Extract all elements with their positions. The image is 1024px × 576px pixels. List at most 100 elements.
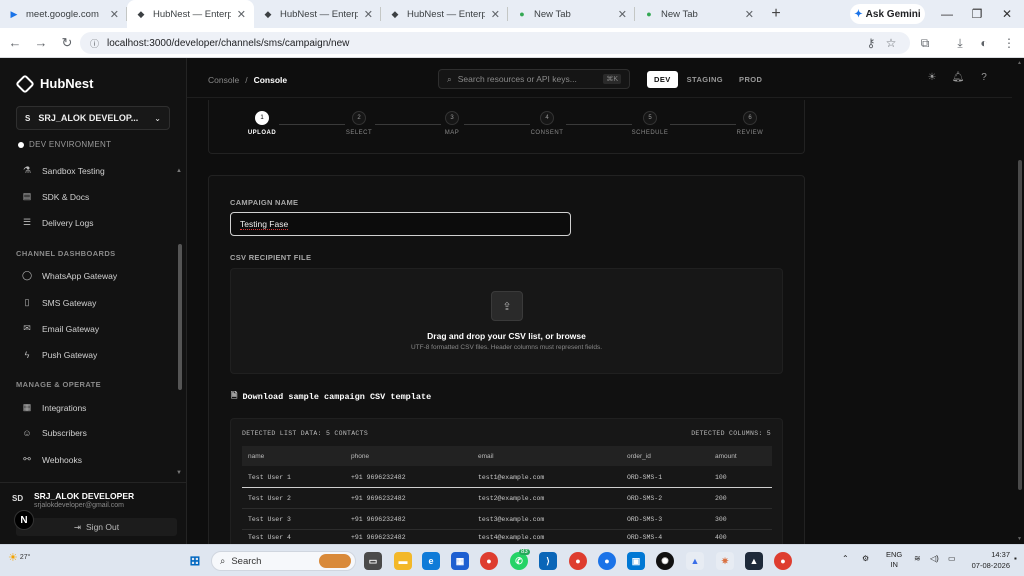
chatgpt-icon[interactable]: ✺ — [656, 552, 674, 570]
menu-icon[interactable]: ⋮ — [998, 32, 1020, 54]
sidebar-item-integrations[interactable]: ▦ Integrations — [22, 402, 87, 413]
antigravity-icon[interactable]: ▲ — [745, 552, 763, 570]
bookmark-star-icon[interactable]: ☆ — [880, 32, 902, 54]
sidebar-item-webhooks[interactable]: ⚯ Webhooks — [22, 454, 82, 465]
table-row[interactable]: Test User 4 +91 9696232482 test4@example… — [242, 530, 772, 545]
sidebar-item-sdk-docs[interactable]: ▤ SDK & Docs — [22, 191, 90, 202]
table-row[interactable]: Test User 3 +91 9696232482 test3@example… — [242, 509, 772, 530]
clock-date: 07-08-2026 — [971, 561, 1010, 570]
theme-toggle-icon[interactable]: ☀ — [925, 72, 939, 83]
sidebar-item-sandbox-testing[interactable]: ⚗ Sandbox Testing — [22, 165, 105, 176]
claude-icon[interactable]: ✷ — [716, 552, 734, 570]
browser-tab[interactable]: ● New Tab ✕ — [635, 0, 762, 28]
back-icon[interactable]: ← — [4, 32, 26, 54]
vscode-icon[interactable]: ⟩ — [539, 552, 557, 570]
csv-dropzone[interactable]: ⇪ Drag and drop your CSV list, or browse… — [230, 268, 783, 374]
chevron-up-icon[interactable]: ⌃ — [842, 554, 849, 563]
profile-icon[interactable]: ◐ — [973, 32, 995, 54]
scroll-up-icon[interactable]: ▲ — [176, 168, 182, 174]
browser-tab[interactable]: ▶ meet.google.com ✕ — [0, 0, 127, 28]
sidebar-item-push-gateway[interactable]: ϟ Push Gateway — [22, 350, 98, 360]
reload-icon[interactable]: ↻ — [56, 32, 78, 54]
network-icon[interactable]: ⚙ — [862, 554, 869, 563]
site-info-icon[interactable]: ⓘ — [90, 37, 99, 50]
minimize-button[interactable]: — — [932, 0, 962, 28]
download-template-link[interactable]: 🗎︎ Download sample campaign CSV template — [231, 390, 431, 404]
key-icon[interactable]: ⚷ — [860, 32, 882, 54]
table-row[interactable]: Test User 1 +91 9696232482 test1@example… — [242, 467, 772, 488]
next-dev-badge-icon[interactable]: N — [14, 510, 34, 530]
browser-tab[interactable]: ◆ HubNest — Enterprise ✕ — [381, 0, 508, 28]
edge-icon[interactable]: e — [422, 552, 440, 570]
workspace-selector[interactable]: S SRJ_ALOK DEVELOP... ⌄ — [16, 106, 170, 130]
breadcrumb-root[interactable]: Console — [208, 75, 239, 85]
chrome-active-icon[interactable]: ● — [569, 552, 587, 570]
weather-widget[interactable]: ☀ 27° — [8, 551, 30, 564]
download-icon[interactable]: ⤓ — [949, 32, 971, 54]
scroll-down-icon[interactable]: ▼ — [1017, 536, 1022, 542]
calculator-icon[interactable]: ▦ — [451, 552, 469, 570]
chrome-icon[interactable]: ● — [774, 552, 792, 570]
env-tab-staging[interactable]: STAGING — [680, 71, 730, 88]
battery-icon[interactable]: ▭ — [948, 554, 956, 563]
file-explorer-icon[interactable]: ▬ — [394, 552, 412, 570]
sign-out-button[interactable]: ⇥ Sign Out — [16, 518, 177, 536]
sidebar-scrollbar[interactable] — [178, 244, 182, 390]
chrome-profile-icon[interactable]: ● — [598, 552, 616, 570]
taskbar-search[interactable]: ⌕ Search — [211, 551, 356, 571]
clock[interactable]: 14:37 07-08-2026 — [968, 549, 1010, 571]
step-schedule[interactable]: 5 SCHEDULE — [620, 111, 680, 136]
maximize-button[interactable]: ❐ — [962, 0, 992, 28]
scroll-up-icon[interactable]: ▲ — [1017, 60, 1022, 66]
notification-icon[interactable]: ▪ — [1014, 554, 1017, 563]
close-window-button[interactable]: ✕ — [992, 0, 1022, 28]
sidebar-item-whatsapp-gateway[interactable]: ◯ WhatsApp Gateway — [22, 270, 117, 281]
chrome-icon[interactable]: ● — [480, 552, 498, 570]
browser-tab[interactable]: ◆ HubNest — Enterprise ✕ — [254, 0, 381, 28]
outlook-icon[interactable]: ▣ — [627, 552, 645, 570]
env-tab-dev[interactable]: DEV — [647, 70, 678, 88]
search-input[interactable]: ⌕ Search resources or API keys... ⌘K — [438, 69, 630, 89]
weather-icon: ☀ — [8, 552, 18, 564]
sidebar-item-sms-gateway[interactable]: ▯ SMS Gateway — [22, 297, 97, 308]
user-name: SRJ_ALOK DEVELOPER — [34, 491, 135, 501]
windows-start-icon[interactable]: ⊞ — [186, 552, 204, 570]
app-launcher-icon[interactable]: ▲ — [686, 552, 704, 570]
close-icon[interactable]: ✕ — [745, 8, 754, 21]
campaign-name-input[interactable]: Testing Fase — [230, 212, 571, 236]
step-map[interactable]: 3 MAP — [422, 111, 482, 136]
language-indicator[interactable]: ENG IN — [886, 550, 902, 570]
url-field[interactable]: ⓘ localhost:3000/developer/channels/sms/… — [80, 32, 910, 54]
scroll-down-icon[interactable]: ▼ — [176, 470, 182, 476]
sidebar-item-delivery-logs[interactable]: ☰ Delivery Logs — [22, 217, 94, 228]
page-scroll-thumb[interactable] — [1018, 160, 1022, 490]
close-icon[interactable]: ✕ — [491, 8, 500, 21]
forward-icon[interactable]: → — [30, 32, 52, 54]
step-review[interactable]: 6 REVIEW — [720, 111, 780, 136]
extensions-icon[interactable]: ⧉ — [914, 32, 936, 54]
volume-icon[interactable]: ◁) — [930, 554, 939, 563]
browser-tab[interactable]: ● New Tab ✕ — [508, 0, 635, 28]
table-row[interactable]: Test User 2 +91 9696232482 test2@example… — [242, 488, 772, 509]
bell-icon[interactable]: 🔔︎ — [951, 72, 965, 83]
close-icon[interactable]: ✕ — [364, 8, 373, 21]
sidebar-item-email-gateway[interactable]: ✉ Email Gateway — [22, 323, 99, 334]
sidebar-item-subscribers[interactable]: ☺ Subscribers — [22, 428, 87, 438]
new-tab-button[interactable]: + — [766, 5, 786, 23]
step-consent[interactable]: 4 CONSENT — [517, 111, 577, 136]
step-select[interactable]: 2 SELECT — [329, 111, 389, 136]
wifi-icon[interactable]: ≋ — [914, 554, 921, 563]
close-icon[interactable]: ✕ — [618, 8, 627, 21]
ask-gemini-button[interactable]: ✦ Ask Gemini — [850, 4, 925, 24]
brand[interactable]: HubNest — [15, 73, 93, 94]
help-icon[interactable]: ? — [977, 72, 991, 83]
close-icon[interactable]: ✕ — [110, 8, 119, 21]
lang-primary: ENG — [886, 550, 903, 559]
env-tab-prod[interactable]: PROD — [732, 71, 769, 88]
page-scrollbar[interactable]: ▲ ▼ — [1016, 58, 1024, 544]
task-view-icon[interactable]: ▭ — [364, 552, 382, 570]
step-upload[interactable]: 1 UPLOAD — [232, 111, 292, 136]
close-icon[interactable]: ✕ — [237, 8, 246, 21]
browser-tab-active[interactable]: ◆ HubNest — Enterprise ✕ — [127, 0, 254, 28]
users-icon: ☺ — [22, 428, 32, 438]
